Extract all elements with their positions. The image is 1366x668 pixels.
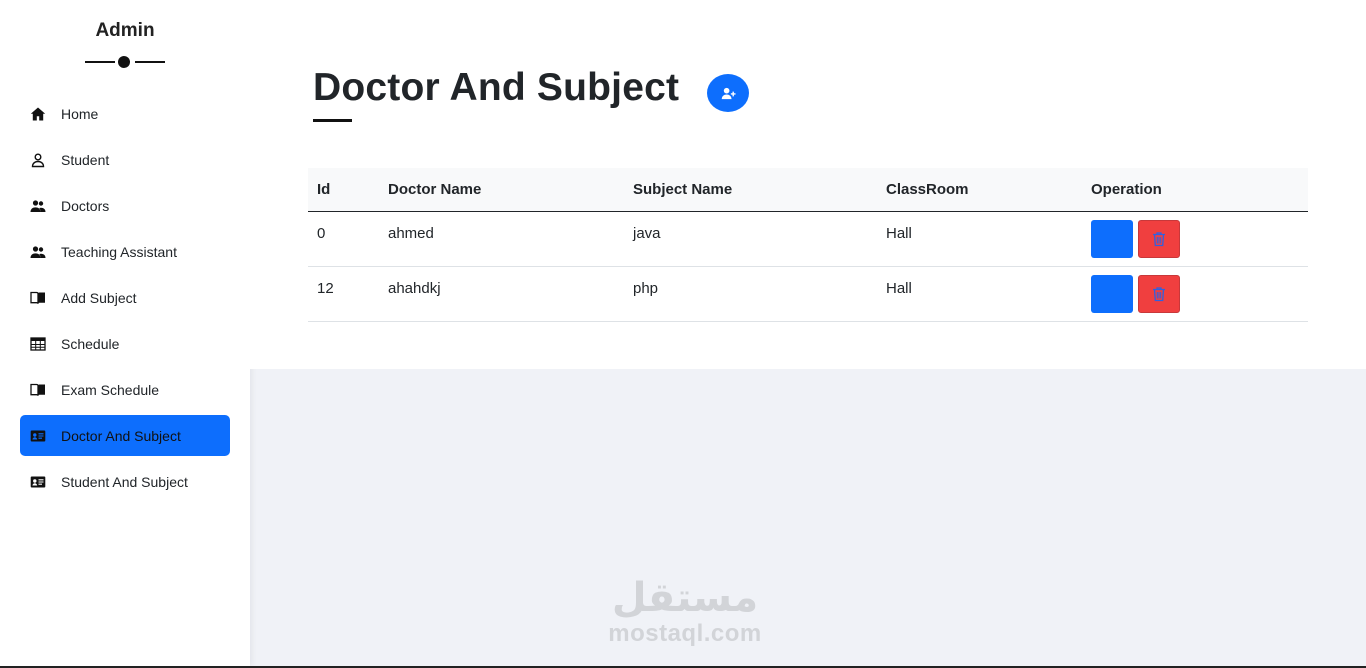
sidebar-item-label: Student <box>61 151 110 168</box>
edit-button[interactable] <box>1091 274 1133 313</box>
brand-title: Admin <box>95 20 155 41</box>
cell-subject-name: java <box>633 224 661 242</box>
cell-doctor-name: ahmed <box>388 224 434 242</box>
trash-icon <box>1152 231 1166 247</box>
sidebar-item-doctors[interactable]: Doctors <box>20 185 230 226</box>
sidebar-nav: Home Student Doctors Teaching Assistant <box>20 93 230 507</box>
sidebar-item-label: Add Subject <box>61 289 137 306</box>
id-card-icon <box>30 428 46 444</box>
cell-operation <box>1082 266 1308 321</box>
home-icon <box>30 106 46 122</box>
sidebar-item-student-and-subject[interactable]: Student And Subject <box>20 461 230 502</box>
sidebar-item-label: Home <box>61 105 99 122</box>
book-icon <box>30 290 46 306</box>
main-content: Doctor And Subject Id Doctor Name Subjec… <box>250 0 1366 369</box>
sidebar-item-schedule[interactable]: Schedule <box>20 323 230 364</box>
cell-doctor-name: ahahdkj <box>388 279 441 297</box>
sidebar-item-label: Exam Schedule <box>61 381 160 398</box>
cell-operation <box>1082 211 1308 266</box>
delete-button[interactable] <box>1138 274 1181 313</box>
sidebar-item-doctor-and-subject[interactable]: Doctor And Subject <box>20 415 230 456</box>
trash-icon <box>1152 286 1166 302</box>
sidebar-item-label: Schedule <box>61 335 120 352</box>
cell-subject-name: php <box>633 279 659 297</box>
cell-classroom: Hall <box>886 224 912 242</box>
table-row: 0 ahmed java Hall <box>308 211 1308 266</box>
table-header-row: Id Doctor Name Subject Name ClassRoom Op… <box>308 168 1308 211</box>
title-underline <box>313 119 352 122</box>
id-card-icon <box>30 474 46 490</box>
column-header-classroom: ClassRoom <box>886 180 969 198</box>
column-header-operation: Operation <box>1091 180 1162 198</box>
sidebar-item-add-subject[interactable]: Add Subject <box>20 277 230 318</box>
sidebar-item-home[interactable]: Home <box>20 93 230 134</box>
users-icon <box>30 244 46 260</box>
divider-dot <box>118 56 130 68</box>
sidebar-item-label: Teaching Assistant <box>61 243 177 260</box>
book-icon <box>30 382 46 398</box>
app-root: Admin Home Student Doctors Teaching Assi… <box>0 0 1366 668</box>
cell-id: 0 <box>317 224 326 242</box>
add-doctor-subject-button[interactable] <box>707 74 749 112</box>
user-icon <box>30 152 46 168</box>
divider-line-right <box>135 61 165 63</box>
divider-line-left <box>85 61 115 63</box>
user-plus-icon <box>721 86 736 101</box>
column-header-subject-name: Subject Name <box>633 180 733 198</box>
sidebar-item-label: Doctors <box>61 197 110 214</box>
column-header-id: Id <box>317 180 331 198</box>
users-icon <box>30 198 46 214</box>
cell-id: 12 <box>317 279 334 297</box>
edit-button[interactable] <box>1091 219 1133 258</box>
watermark-latin: mostaql.com <box>608 620 762 647</box>
delete-button[interactable] <box>1138 219 1181 258</box>
page-title: Doctor And Subject <box>313 66 680 109</box>
table-row: 12 ahahdkj php Hall <box>308 266 1308 321</box>
cell-classroom: Hall <box>886 279 912 297</box>
sidebar-item-label: Doctor And Subject <box>61 427 181 444</box>
watermark: مستقل mostaql.com <box>600 575 770 647</box>
doctor-subject-table: Id Doctor Name Subject Name ClassRoom Op… <box>308 168 1308 322</box>
sidebar: Admin Home Student Doctors Teaching Assi… <box>0 0 250 666</box>
sidebar-item-exam-schedule[interactable]: Exam Schedule <box>20 369 230 410</box>
brand-divider <box>85 56 165 68</box>
sidebar-item-student[interactable]: Student <box>20 139 230 180</box>
watermark-arabic: مستقل <box>611 575 759 621</box>
sidebar-item-teaching-assistant[interactable]: Teaching Assistant <box>20 231 230 272</box>
column-header-doctor-name: Doctor Name <box>388 180 482 198</box>
table-icon <box>30 336 46 352</box>
sidebar-item-label: Student And Subject <box>61 473 188 490</box>
